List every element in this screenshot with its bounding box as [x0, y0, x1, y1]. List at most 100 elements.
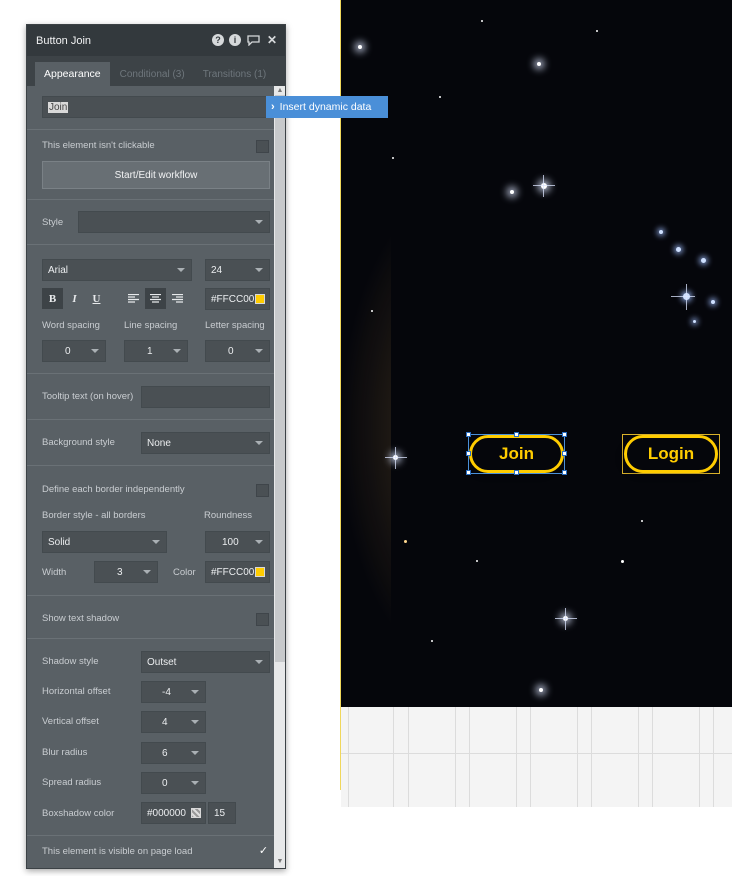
button-text-value: Join [48, 101, 69, 113]
star [392, 157, 394, 159]
divider [27, 244, 274, 245]
resize-handle[interactable] [466, 451, 471, 456]
star [439, 96, 441, 98]
scroll-down-arrow-icon[interactable]: ▼ [275, 858, 285, 866]
grid-line [348, 707, 349, 807]
font-color-swatch[interactable] [255, 294, 265, 304]
align-center-icon[interactable] [145, 288, 166, 309]
resize-handle[interactable] [466, 470, 471, 475]
divider [27, 835, 274, 836]
star [621, 560, 624, 563]
scroll-up-arrow-icon[interactable]: ▲ [275, 87, 285, 95]
not-clickable-checkbox[interactable] [256, 140, 269, 153]
visible-on-load-checkbox[interactable]: ✓ [257, 845, 270, 858]
grid-line [652, 707, 653, 807]
grid-line [530, 707, 531, 807]
star [431, 640, 433, 642]
panel-header: Button Join ? i ✕ [27, 25, 285, 56]
border-color-swatch[interactable] [255, 567, 265, 577]
star-spike [385, 457, 407, 458]
vertical-offset-value: 4 [162, 716, 168, 728]
star-spike [533, 185, 555, 186]
background-style-label: Background style [42, 437, 115, 448]
vertical-offset-dropdown[interactable]: 4 [141, 711, 206, 733]
star [404, 540, 407, 543]
align-right-icon[interactable] [167, 288, 188, 309]
tab-appearance[interactable]: Appearance [35, 62, 110, 86]
boxshadow-color-swatch[interactable] [191, 808, 201, 818]
start-edit-workflow-button[interactable]: Start/Edit workflow [42, 161, 270, 189]
boxshadow-opacity-value: 15 [214, 807, 226, 819]
horizontal-offset-dropdown[interactable]: -4 [141, 681, 206, 703]
roundness-dropdown[interactable]: 100 [205, 531, 270, 553]
grid-line [469, 707, 470, 807]
panel-header-icons: ? i ✕ [212, 33, 279, 47]
resize-handle[interactable] [514, 432, 519, 437]
resize-handle[interactable] [562, 451, 567, 456]
border-style-dropdown[interactable]: Solid [42, 531, 167, 553]
roundness-label: Roundness [204, 510, 253, 521]
star [711, 300, 715, 304]
star [358, 45, 362, 49]
info-icon[interactable]: i [229, 34, 241, 46]
text-shadow-checkbox[interactable] [256, 613, 269, 626]
border-style-label: Border style - all borders [42, 510, 146, 521]
star [701, 258, 706, 263]
tab-conditional[interactable]: Conditional (3) [112, 62, 193, 86]
font-family-dropdown[interactable]: Arial [42, 259, 192, 281]
resize-handle[interactable] [562, 432, 567, 437]
line-spacing-dropdown[interactable]: 1 [124, 340, 188, 362]
tab-transitions[interactable]: Transitions (1) [195, 62, 275, 86]
style-dropdown[interactable] [78, 211, 270, 233]
star [596, 30, 598, 32]
letter-spacing-dropdown[interactable]: 0 [205, 340, 270, 362]
word-spacing-label: Word spacing [42, 320, 100, 331]
panel-title: Button Join [36, 34, 92, 47]
close-icon[interactable]: ✕ [265, 33, 279, 47]
button-text-input[interactable]: Join [42, 96, 274, 118]
border-width-value: 3 [117, 566, 123, 578]
bold-button[interactable]: B [42, 288, 63, 309]
align-left-icon[interactable] [123, 288, 144, 309]
divider [27, 465, 274, 466]
word-spacing-value: 0 [65, 345, 71, 357]
italic-button[interactable]: I [64, 288, 85, 309]
blur-radius-dropdown[interactable]: 6 [141, 742, 206, 764]
word-spacing-dropdown[interactable]: 0 [42, 340, 106, 362]
panel-scrollbar-thumb[interactable] [275, 95, 285, 662]
star-spike [395, 447, 396, 469]
spread-radius-label: Spread radius [42, 777, 102, 788]
border-color-label: Color [173, 567, 196, 578]
font-color-value: #FFCC00 [211, 293, 255, 305]
star-spike [671, 296, 695, 297]
resize-handle[interactable] [562, 470, 567, 475]
grid-line [455, 707, 456, 807]
resize-handle[interactable] [514, 470, 519, 475]
spread-radius-dropdown[interactable]: 0 [141, 772, 206, 794]
letter-spacing-label: Letter spacing [205, 320, 265, 331]
tooltip-input[interactable] [141, 386, 270, 408]
resize-handle[interactable] [466, 432, 471, 437]
grid-line [638, 707, 639, 807]
style-label: Style [42, 217, 64, 228]
grid-line [577, 707, 578, 807]
space-background-image [341, 0, 732, 707]
border-width-dropdown[interactable]: 3 [94, 561, 158, 583]
underline-button[interactable]: U [86, 288, 107, 309]
boxshadow-opacity-input[interactable]: 15 [208, 802, 236, 824]
grid-line [713, 707, 714, 807]
boxshadow-color-value: #000000 [147, 807, 186, 819]
help-icon[interactable]: ? [212, 34, 224, 46]
letter-spacing-value: 0 [228, 345, 234, 357]
panel-tabs: Appearance Conditional (3) Transitions (… [27, 56, 285, 86]
background-style-dropdown[interactable]: None [141, 432, 270, 454]
grid-line [516, 707, 517, 807]
shadow-style-dropdown[interactable]: Outset [141, 651, 270, 673]
shadow-style-label: Shadow style [42, 656, 99, 667]
divider [27, 129, 274, 130]
border-independent-checkbox[interactable] [256, 484, 269, 497]
insert-dynamic-data-button[interactable]: Insert dynamic data [266, 96, 388, 118]
font-size-dropdown[interactable]: 24 [205, 259, 270, 281]
login-button[interactable]: Login [624, 435, 718, 473]
comment-icon[interactable] [246, 33, 260, 47]
